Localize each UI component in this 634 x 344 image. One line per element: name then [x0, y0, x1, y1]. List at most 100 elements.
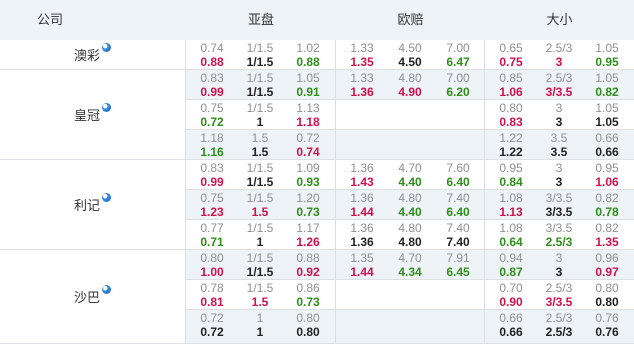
euro-odds-initial-value: 7.00: [446, 71, 470, 85]
asian-handicap-live-value: 0.80: [296, 325, 320, 339]
asian-handicap-live-value: 1.5: [251, 295, 269, 309]
odds-row[interactable]: 0.78 0.81 1/1.5 1.5 0.86 0.73 0.70 0.90 2.5/3 3/3…: [186, 280, 634, 310]
odds-row[interactable]: 0.72 0.72 1 1 0.80 0.80 0.66 0.66 2.5/3 2.5/3 0.76…: [186, 310, 634, 344]
euro-odds-live-value: 7.40: [446, 235, 470, 249]
asian-handicap-live-value: 0.72: [200, 115, 224, 129]
over-under-live-value: 1.06: [595, 175, 619, 189]
over-under-initial-value: 1.05: [595, 71, 619, 85]
company-cell[interactable]: 皇冠: [0, 70, 186, 160]
asian-handicap-initial-value: 1.13: [296, 101, 320, 115]
euro-odds-group: 1.36 1.36 4.80 4.80 7.40 7.40: [336, 220, 485, 249]
euro-odds-initial-value: 1.33: [350, 41, 374, 55]
odds-row[interactable]: 1.18 1.16 1.5 1.5 0.72 0.74 1.22 1.22 3.5 3.5 0.66…: [186, 130, 634, 160]
company-cell[interactable]: 澳彩: [0, 40, 186, 70]
euro-odds-live-value: 6.20: [446, 85, 470, 99]
asian-handicap-initial-value: 1.20: [296, 191, 320, 205]
over-under-live-value: 0.83: [499, 115, 523, 129]
euro-odds-group: [336, 310, 485, 343]
odds-row[interactable]: 0.74 0.88 1/1.5 1/1.5 1.02 0.88 1.33 1.35 4.50 4.…: [186, 40, 634, 70]
odds-row[interactable]: 0.75 1.23 1/1.5 1.5 1.20 0.73 1.36 1.44 4.80 4.40…: [186, 190, 634, 220]
odds-row[interactable]: 0.80 1.00 1/1.5 1/1.5 0.88 0.92 1.35 1.44 4.70 4.…: [186, 250, 634, 280]
over-under-live-value: 3: [555, 115, 563, 129]
over-under-group: 0.85 1.06 2.5/3 3/3.5 1.05 0.82: [485, 70, 634, 99]
asian-handicap-live-value: 0.74: [296, 145, 320, 159]
asian-handicap-live-value: 0.93: [296, 175, 320, 189]
over-under-initial-value: 0.66: [499, 311, 523, 325]
over-under-group: 0.94 0.87 3 3 0.96 0.97: [485, 250, 634, 279]
euro-odds-group: [336, 130, 485, 159]
euro-odds-group: 1.35 1.44 4.70 4.34 7.91 6.45: [336, 250, 485, 279]
over-under-initial-value: 0.82: [595, 221, 619, 235]
over-under-live-value: 3.5: [550, 145, 568, 159]
over-under-initial-value: 3: [555, 251, 563, 265]
asian-handicap-live-value: 0.92: [296, 265, 320, 279]
over-under-initial-value: 0.80: [499, 101, 523, 115]
asian-handicap-live-value: 0.72: [200, 325, 224, 339]
euro-odds-initial-value: 4.80: [398, 71, 422, 85]
asian-handicap-live-value: 0.73: [296, 295, 320, 309]
company-name[interactable]: 沙巴: [74, 287, 100, 306]
football-icon: [102, 43, 111, 52]
over-under-group: 0.70 0.90 2.5/3 3/3.5 0.80 0.80: [485, 280, 634, 309]
asian-handicap-live-value: 0.99: [200, 85, 224, 99]
over-under-live-value: 3: [555, 55, 563, 69]
over-under-live-value: 3/3.5: [545, 205, 573, 219]
over-under-live-value: 2.5/3: [545, 325, 573, 339]
asian-handicap-live-value: 1.00: [200, 265, 224, 279]
asian-handicap-live-value: 1/1.5: [246, 55, 274, 69]
company-name[interactable]: 皇冠: [74, 105, 100, 124]
over-under-live-value: 0.90: [499, 295, 523, 309]
over-under-live-value: 0.84: [499, 175, 523, 189]
asian-handicap-live-value: 0.81: [200, 295, 224, 309]
asian-handicap-initial-value: 1/1.5: [246, 161, 274, 175]
over-under-initial-value: 0.65: [499, 41, 523, 55]
company-name[interactable]: 澳彩: [74, 45, 100, 64]
over-under-initial-value: 0.85: [499, 71, 523, 85]
odds-row[interactable]: 0.83 0.99 1/1.5 1/1.5 1.09 0.93 1.36 1.43 4.70 4.…: [186, 160, 634, 190]
asian-handicap-live-value: 0.71: [200, 235, 224, 249]
euro-odds-live-value: 4.80: [398, 235, 422, 249]
over-under-initial-value: 0.96: [595, 251, 619, 265]
over-under-initial-value: 0.95: [499, 161, 523, 175]
asian-handicap-initial-value: 0.77: [200, 221, 224, 235]
odds-row[interactable]: 0.77 0.71 1/1.5 1 1.17 1.26 1.36 1.36 4.80 4.80 7.…: [186, 220, 634, 250]
odds-table: 公司 亚盘 欧赔 大小 澳彩 皇冠 利记 沙巴 0.74 0.88 1/1.5 1/1.5 1…: [0, 0, 634, 344]
over-under-initial-value: 2.5/3: [545, 311, 573, 325]
over-under-initial-value: 0.76: [595, 311, 619, 325]
euro-odds-initial-value: 4.80: [398, 221, 422, 235]
over-under-group: 0.80 0.83 3 3 1.05 1.05: [485, 100, 634, 129]
asian-handicap-initial-value: 1.17: [296, 221, 320, 235]
over-under-live-value: 0.64: [499, 235, 523, 249]
asian-handicap-initial-value: 1/1.5: [246, 221, 274, 235]
asian-handicap-initial-value: 1/1.5: [246, 71, 274, 85]
over-under-group: 1.08 0.64 3/3.5 2.5/3 0.82 1.35: [485, 220, 634, 249]
over-under-live-value: 0.78: [595, 205, 619, 219]
euro-odds-initial-value: 1.36: [350, 221, 374, 235]
company-cell[interactable]: 利记: [0, 160, 186, 250]
header-over-under: 大小: [546, 12, 573, 27]
asian-handicap-live-value: 1: [256, 325, 264, 339]
asian-handicap-initial-value: 1: [256, 311, 264, 325]
euro-odds-initial-value: 4.70: [398, 161, 422, 175]
asian-handicap-group: 1.18 1.16 1.5 1.5 0.72 0.74: [186, 130, 336, 159]
over-under-group: 1.08 1.13 3/3.5 3/3.5 0.82 0.78: [485, 190, 634, 219]
asian-handicap-live-value: 1.16: [200, 145, 224, 159]
asian-handicap-live-value: 1/1.5: [246, 175, 274, 189]
asian-handicap-live-value: 0.73: [296, 205, 320, 219]
euro-odds-initial-value: 7.40: [446, 191, 470, 205]
over-under-group: 0.95 0.84 3 3 0.95 1.06: [485, 160, 634, 189]
company-name[interactable]: 利记: [74, 195, 100, 214]
asian-handicap-group: 0.83 0.99 1/1.5 1/1.5 1.09 0.93: [186, 160, 336, 189]
odds-row[interactable]: 0.75 0.72 1/1.5 1 1.13 1.18 0.80 0.83 3 3 1.05 1.05: [186, 100, 634, 130]
euro-odds-initial-value: 7.40: [446, 221, 470, 235]
euro-odds-live-value: 6.40: [446, 175, 470, 189]
company-cell[interactable]: 沙巴: [0, 250, 186, 344]
odds-row[interactable]: 0.83 0.99 1/1.5 1/1.5 1.05 0.91 1.33 1.36 4.80 4.…: [186, 70, 634, 100]
euro-odds-live-value: 4.90: [398, 85, 422, 99]
over-under-live-value: 0.97: [595, 265, 619, 279]
over-under-live-value: 2.5/3: [545, 235, 573, 249]
over-under-group: 0.65 0.75 2.5/3 3 1.05 0.95: [485, 40, 634, 69]
euro-odds-initial-value: 1.36: [350, 191, 374, 205]
euro-odds-live-value: 4.34: [398, 265, 422, 279]
euro-odds-live-value: 1.35: [350, 55, 374, 69]
